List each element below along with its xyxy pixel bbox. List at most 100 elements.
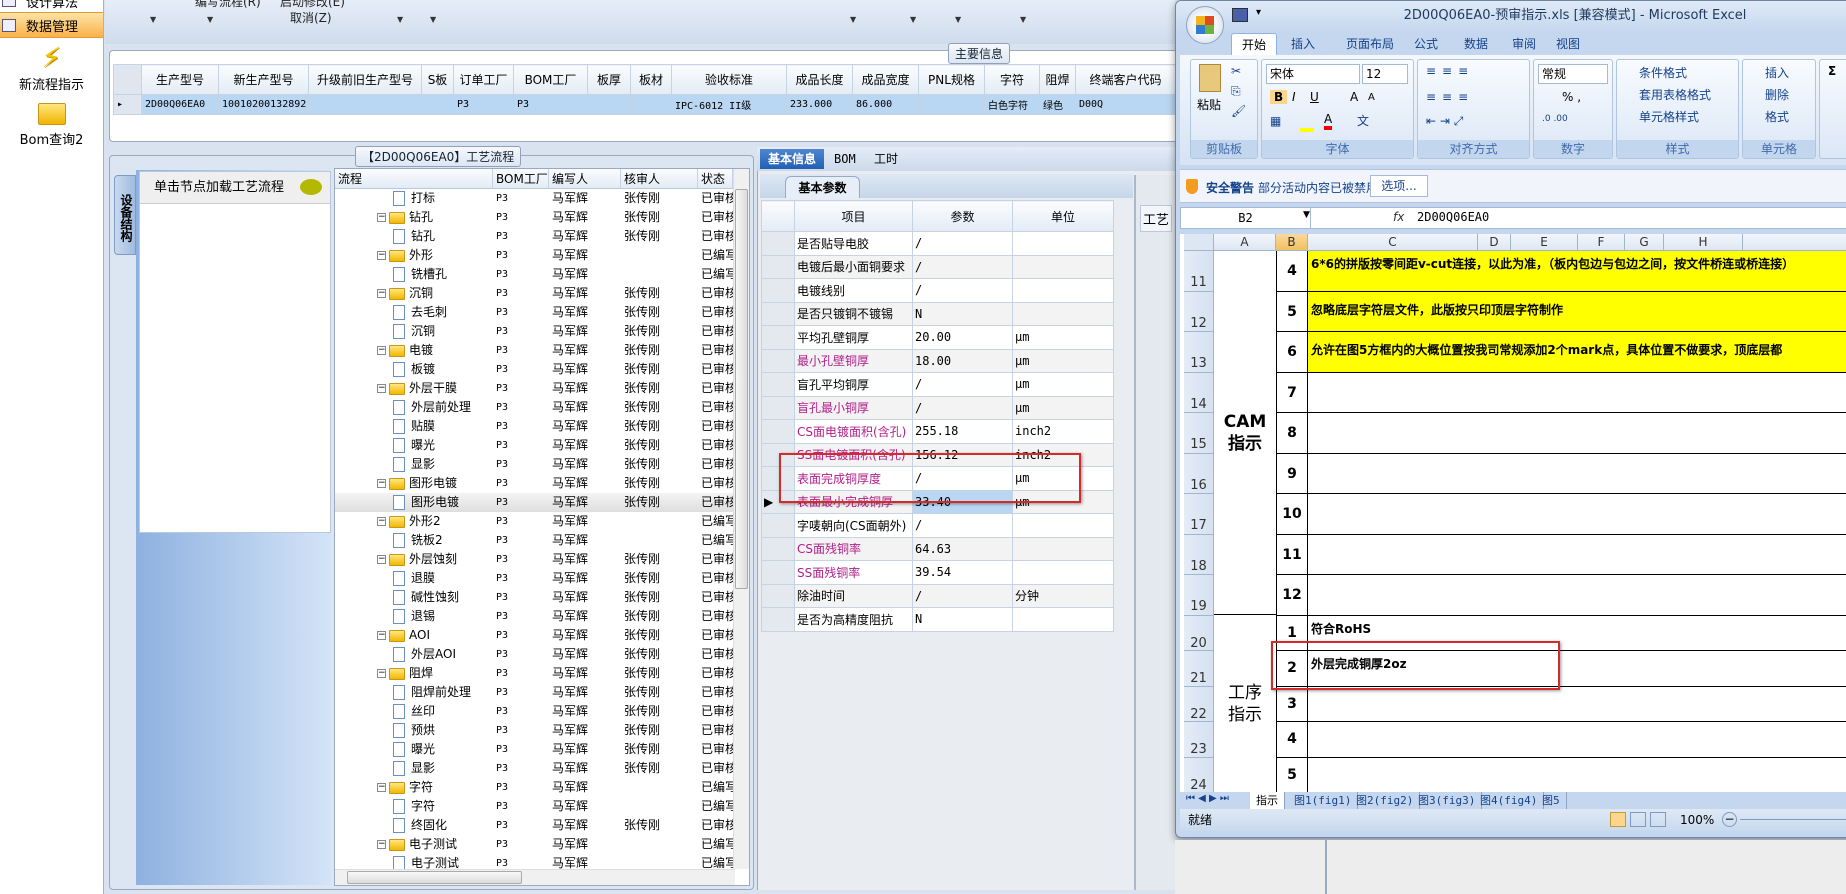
grid-cell[interactable]: 10010200132892: [218, 94, 309, 115]
name-box[interactable]: B2: [1181, 208, 1311, 228]
tree-row[interactable]: − 外形2 P3 马军辉 已编写: [335, 512, 749, 531]
format-as-table-button[interactable]: 套用表格格式: [1639, 86, 1711, 103]
tree-row[interactable]: 字符 P3 马军辉 已编写: [335, 797, 749, 816]
sheet-nav-icons[interactable]: ⏮ ◀ ▶ ⏭: [1186, 793, 1229, 804]
collapse-icon[interactable]: −: [377, 251, 386, 260]
grid-cell[interactable]: IPC-6012 II级: [671, 94, 787, 115]
column-header[interactable]: H: [1664, 234, 1743, 251]
cell-text[interactable]: [1308, 535, 1846, 575]
cell-number[interactable]: 4: [1276, 722, 1308, 758]
fx-icon[interactable]: fx: [1393, 210, 1404, 224]
dropdown-arrow-icon[interactable]: ▼: [150, 15, 156, 24]
tree-row[interactable]: 显影 P3 马军辉 张传刚 已审核: [335, 455, 749, 474]
grid-cell[interactable]: P3: [513, 94, 588, 115]
tree-node[interactable]: 外层前处理: [335, 398, 493, 417]
tab-bom[interactable]: BOM: [826, 149, 864, 169]
param-value[interactable]: /: [912, 395, 1013, 420]
tree-row[interactable]: 外层AOI P3 马军辉 张传刚 已审核: [335, 645, 749, 664]
cell-number[interactable]: 7: [1276, 372, 1308, 413]
tree-node[interactable]: − 外形2: [335, 512, 493, 531]
sheet-tab[interactable]: 图1(fig1): [1288, 792, 1359, 809]
tree-row[interactable]: 预烘 P3 马军辉 张传刚 已审核: [335, 721, 749, 740]
row-header[interactable]: 19: [1184, 575, 1214, 616]
tree-row[interactable]: − 沉铜 P3 马军辉 张传刚 已审核: [335, 284, 749, 303]
tree-node[interactable]: 贴膜: [335, 417, 493, 436]
tree-node[interactable]: 去毛刺: [335, 303, 493, 322]
tree-row[interactable]: 铣板2 P3 马军辉 已编写: [335, 531, 749, 550]
quick-access-dropdown-icon[interactable]: ▾: [1256, 7, 1261, 18]
col-header[interactable]: 生产型号: [141, 64, 219, 95]
copy-icon[interactable]: ⎘: [1231, 84, 1241, 99]
row-header[interactable]: 14: [1184, 372, 1214, 413]
tab-device-structure[interactable]: 设备结构: [114, 175, 136, 255]
param-value[interactable]: 255.18: [912, 419, 1013, 444]
cell-text[interactable]: [1308, 758, 1846, 793]
row-header[interactable]: 16: [1184, 453, 1214, 494]
cell-number[interactable]: 3: [1276, 686, 1308, 722]
collapse-icon[interactable]: −: [377, 631, 386, 640]
scrollbar-thumb[interactable]: [735, 189, 748, 589]
param-row[interactable]: 电镀线别 /: [761, 278, 1114, 303]
collapse-icon[interactable]: −: [377, 384, 386, 393]
section-process[interactable]: 工序 指示: [1214, 615, 1276, 792]
zoom-slider[interactable]: [1740, 819, 1846, 820]
tree-row[interactable]: − 阻焊 P3 马军辉 张传刚 已审核: [335, 664, 749, 683]
col-header[interactable]: 板厚: [587, 64, 631, 95]
param-value[interactable]: /: [912, 278, 1013, 303]
col-header[interactable]: 状态: [698, 169, 733, 188]
name-box-dropdown-icon[interactable]: ▼: [1303, 210, 1310, 220]
tree-row[interactable]: 打标 P3 马军辉 张传刚 已审核: [335, 189, 749, 208]
grid-cell[interactable]: [918, 94, 985, 115]
scrollbar-thumb[interactable]: [347, 871, 522, 884]
grid-cell[interactable]: 绿色: [1039, 94, 1076, 115]
col-header[interactable]: BOM工厂: [493, 169, 549, 188]
param-value[interactable]: /: [912, 254, 1013, 279]
cell-text[interactable]: [1308, 687, 1846, 722]
tree-row[interactable]: 钻孔 P3 马军辉 张传刚 已审核: [335, 227, 749, 246]
tree-node[interactable]: − 外层蚀刻: [335, 550, 493, 569]
tree-node[interactable]: − 图形电镀: [335, 474, 493, 493]
tree-row[interactable]: 退膜 P3 马军辉 张传刚 已审核: [335, 569, 749, 588]
col-header[interactable]: 板材: [630, 64, 672, 95]
tree-node[interactable]: − 钻孔: [335, 208, 493, 227]
tree-node[interactable]: 曝光: [335, 436, 493, 455]
row-header[interactable]: 13: [1184, 332, 1214, 373]
formula-input[interactable]: 2D00Q06EA0: [1417, 210, 1489, 224]
paste-icon[interactable]: [1199, 64, 1221, 92]
column-header[interactable]: E: [1511, 234, 1578, 251]
sheet-tab[interactable]: 图4(fig4): [1474, 792, 1545, 809]
param-row[interactable]: 平均孔壁铜厚 20.00 μm: [761, 325, 1114, 350]
dropdown-arrow-icon[interactable]: ▼: [850, 15, 856, 24]
tree-node[interactable]: 退锡: [335, 607, 493, 626]
col-header[interactable]: 编写人: [549, 169, 621, 188]
grid-cell[interactable]: [421, 94, 454, 115]
paste-button[interactable]: 粘贴: [1197, 96, 1221, 113]
grid-cell[interactable]: 白色字符: [984, 94, 1040, 115]
param-value[interactable]: /: [912, 231, 1013, 256]
ribbon-tab[interactable]: 数据: [1454, 33, 1498, 55]
column-header[interactable]: F: [1578, 234, 1625, 251]
tree-node[interactable]: 终固化: [335, 816, 493, 835]
tree-node[interactable]: − 电镀: [335, 341, 493, 360]
col-header[interactable]: 字符: [984, 64, 1040, 95]
tree-row[interactable]: 图形电镀 P3 马军辉 张传刚 已审核: [335, 493, 749, 512]
column-header[interactable]: G: [1625, 234, 1664, 251]
cell-number[interactable]: 8: [1276, 413, 1308, 454]
ribbon-tab[interactable]: 插入: [1281, 33, 1325, 55]
col-header[interactable]: 成品宽度: [852, 64, 919, 95]
tree-node[interactable]: − 电子测试: [335, 835, 493, 854]
tree-row[interactable]: − 外层蚀刻 P3 马军辉 张传刚 已审核: [335, 550, 749, 569]
column-header[interactable]: D: [1478, 234, 1511, 251]
percent-icon[interactable]: % ,: [1562, 90, 1581, 104]
autosum-button[interactable]: Σ: [1828, 64, 1836, 78]
tree-node[interactable]: 显影: [335, 455, 493, 474]
cell-number[interactable]: 5: [1276, 291, 1308, 332]
tree-row[interactable]: 电子测试 P3 马军辉 已编写: [335, 854, 749, 869]
ribbon-tab[interactable]: 页面布局: [1336, 33, 1404, 55]
tree-node[interactable]: 钻孔: [335, 227, 493, 246]
sheet-tab[interactable]: 图2(fig2): [1350, 792, 1421, 809]
italic-button[interactable]: I: [1292, 90, 1296, 104]
row-header[interactable]: 20: [1184, 615, 1214, 651]
collapse-icon[interactable]: −: [377, 479, 386, 488]
cell-text[interactable]: [1308, 373, 1846, 413]
